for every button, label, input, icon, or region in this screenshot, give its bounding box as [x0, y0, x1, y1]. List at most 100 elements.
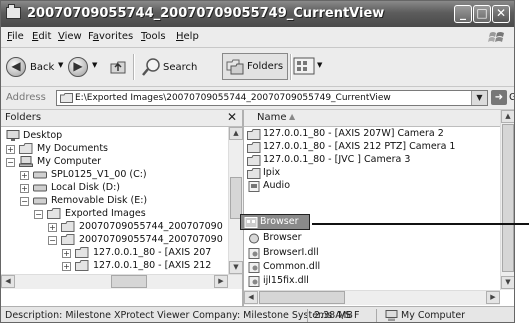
forward-arrow-icon[interactable]: ▶ [68, 57, 88, 77]
address-value: E:\Exported Images\20070709055744_200707… [75, 93, 391, 103]
scroll-up-icon[interactable]: ▲ [501, 110, 514, 123]
windows-logo-icon [488, 32, 504, 42]
status-bar: Description: Milestone XProtect Viewer C… [1, 306, 514, 322]
go-arrow-icon[interactable]: ➜ [491, 90, 507, 105]
scroll-left-icon[interactable]: ◀ [1, 275, 15, 288]
folder-icon [75, 260, 89, 271]
status-separator [307, 309, 308, 322]
back-arrow-icon[interactable]: ◀ [6, 57, 26, 77]
scroll-right-icon[interactable]: ▶ [214, 275, 228, 288]
scroll-left-icon[interactable]: ◀ [244, 291, 258, 304]
scroll-down-icon[interactable]: ▼ [229, 261, 243, 274]
window-title: 20070709055744_20070709055749_CurrentVie… [27, 6, 385, 21]
folder-icon [61, 234, 75, 245]
sort-ascending-icon: ▲ [289, 112, 296, 121]
menu-help[interactable]: Help [176, 31, 199, 42]
expand-icon[interactable]: + [62, 262, 71, 271]
expand-icon[interactable]: + [62, 249, 71, 258]
callout-line [312, 223, 529, 225]
file-list-pane: Name ▲ 127.0.0.1_80 - [AXIS 207W] Camera… [240, 110, 514, 306]
folder-icon [61, 221, 75, 232]
status-separator [376, 309, 377, 322]
folders-horizontal-scrollbar[interactable]: ◀ ▶ [1, 274, 242, 289]
drive-icon [33, 184, 47, 192]
back-button[interactable]: Back [30, 62, 54, 73]
menu-view[interactable]: View [58, 31, 82, 42]
views-button[interactable]: ▼ [293, 57, 327, 75]
app-icon [249, 233, 259, 244]
minimize-button[interactable]: _ [454, 5, 472, 23]
scroll-right-icon[interactable]: ▶ [486, 291, 500, 304]
menu-edit[interactable]: Edit [32, 31, 51, 42]
address-field[interactable]: E:\Exported Images\20070709055744_200707… [56, 90, 488, 106]
up-folder-icon[interactable] [109, 58, 127, 76]
scroll-thumb[interactable] [230, 177, 242, 219]
toolbar-separator [133, 54, 135, 80]
app-icon [244, 217, 258, 228]
back-dropdown-icon[interactable]: ▼ [58, 61, 63, 69]
folder-icon [247, 168, 261, 179]
collapse-icon[interactable]: − [6, 158, 15, 167]
views-icon [293, 57, 315, 75]
title-bar[interactable]: 20070709055744_20070709055749_CurrentVie… [1, 1, 514, 27]
go-button[interactable]: Go [509, 92, 514, 103]
desktop-icon [6, 130, 20, 141]
computer-icon [19, 156, 33, 167]
dll-icon [248, 248, 260, 259]
collapse-icon[interactable]: − [34, 210, 43, 219]
expand-icon[interactable]: + [20, 184, 29, 193]
folders-button[interactable]: Folders [222, 53, 288, 80]
folder-icon [6, 4, 21, 19]
status-size: 2.38 MB [314, 310, 353, 321]
maximize-button[interactable]: □ [473, 5, 491, 23]
folder-icon [75, 247, 89, 258]
folder-icon [47, 208, 61, 219]
scroll-thumb[interactable] [111, 275, 147, 288]
explorer-window: 20070709055744_20070709055749_CurrentVie… [0, 0, 515, 323]
scroll-down-icon[interactable]: ▼ [501, 276, 514, 289]
address-dropdown-icon[interactable]: ▼ [471, 91, 487, 105]
dll-icon [248, 276, 260, 287]
expand-icon[interactable]: + [6, 145, 15, 154]
file-row-browser-selected[interactable]: Browser [240, 214, 310, 230]
close-button[interactable]: ✕ [492, 5, 510, 23]
expand-icon[interactable]: + [48, 223, 57, 232]
forward-dropdown-icon[interactable]: ▼ [92, 61, 97, 69]
menu-file[interactable]: File [7, 31, 24, 42]
scroll-up-icon[interactable]: ▲ [229, 127, 243, 140]
column-header-name[interactable]: Name ▲ [244, 110, 500, 127]
scroll-thumb[interactable] [259, 291, 345, 304]
toolbar-separator [290, 54, 292, 80]
address-label: Address [6, 92, 46, 103]
computer-icon [385, 310, 398, 321]
search-button[interactable]: Search [163, 62, 197, 73]
search-icon[interactable] [141, 57, 161, 77]
menu-bar: File Edit View Favorites Tools Help [1, 27, 514, 48]
collapse-icon[interactable]: − [48, 236, 57, 245]
file-list-horizontal-scrollbar[interactable]: ◀ ▶ [244, 290, 500, 305]
close-icon[interactable]: ✕ [227, 110, 237, 124]
folder-icon [247, 155, 261, 166]
folders-pane-header: Folders ✕ [1, 110, 242, 127]
folder-icon [60, 93, 73, 103]
folders-icon [226, 59, 244, 75]
status-zone: My Computer [401, 310, 466, 321]
file-list-vertical-scrollbar[interactable]: ▲ ▼ [500, 110, 514, 290]
toolbar: ◀ Back ▼ ▶ ▼ Search Folders ▼ [1, 48, 514, 87]
drive-icon [33, 171, 47, 179]
expand-icon[interactable]: + [20, 171, 29, 180]
views-dropdown-icon: ▼ [317, 61, 323, 69]
collapse-icon[interactable]: − [20, 197, 29, 206]
folder-icon [19, 143, 33, 154]
folder-icon [247, 142, 261, 153]
address-bar: Address E:\Exported Images\2007070905574… [1, 87, 514, 110]
file-icon [248, 181, 260, 192]
folder-icon [247, 129, 261, 140]
menu-tools[interactable]: Tools [141, 31, 166, 42]
folders-vertical-scrollbar[interactable]: ▲ ▼ [228, 127, 243, 274]
drive-icon [33, 197, 47, 205]
scroll-thumb[interactable] [502, 124, 514, 272]
dll-icon [248, 262, 260, 273]
menu-favorites[interactable]: Favorites [88, 31, 133, 42]
folders-pane: Folders ✕ Desktop + My Documents − My Co… [1, 110, 244, 306]
